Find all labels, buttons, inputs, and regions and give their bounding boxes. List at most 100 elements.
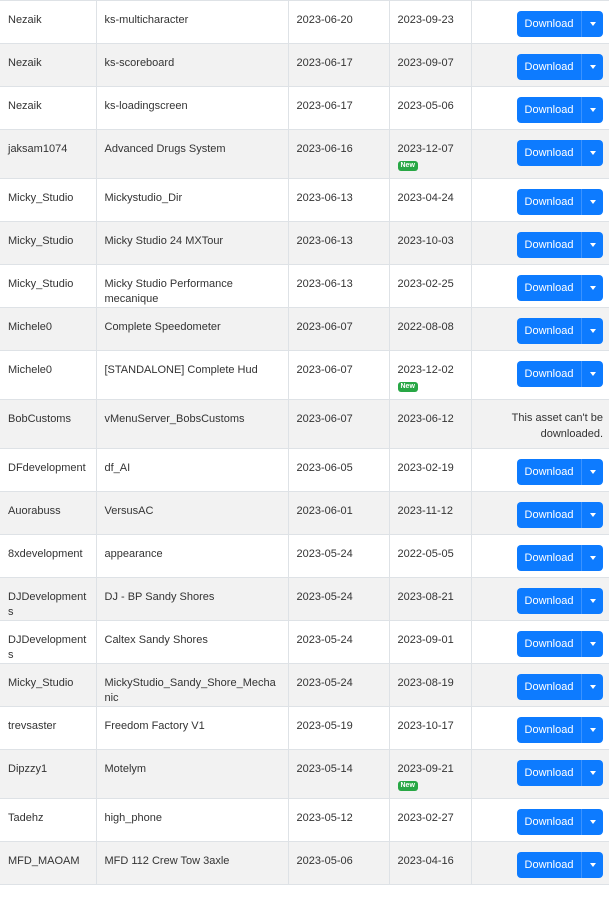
author-cell: Micky_Studio — [0, 264, 97, 308]
author-cell: 8xdevelopment — [0, 534, 97, 578]
author-cell: Nezaik — [0, 86, 97, 130]
download-button[interactable]: Download — [517, 11, 581, 37]
download-dropdown-toggle[interactable] — [581, 588, 603, 614]
assets-table: Nezaik ks-multicharacter 2023-06-20 2023-09… — [0, 0, 609, 885]
new-badge: New — [397, 781, 418, 791]
caret-down-icon — [589, 243, 596, 247]
download-dropdown-toggle[interactable] — [581, 760, 603, 786]
download-dropdown-toggle[interactable] — [581, 459, 603, 485]
caret-down-icon — [589, 329, 596, 333]
download-dropdown-toggle[interactable] — [581, 631, 603, 657]
download-dropdown-toggle[interactable] — [581, 502, 603, 528]
download-button-group: Download — [517, 717, 603, 743]
asset-name-cell: Complete Speedometer — [96, 307, 289, 351]
download-dropdown-toggle[interactable] — [581, 361, 603, 387]
caret-down-icon — [589, 151, 596, 155]
table-row: Dipzzy1 Motelym 2023-05-14 2023-09-21 New Dow… — [0, 749, 609, 799]
author-cell: DJDevelopments — [0, 620, 97, 664]
download-dropdown-toggle[interactable] — [581, 140, 603, 166]
caret-down-icon — [589, 108, 596, 112]
new-badge: New — [397, 161, 418, 171]
table-row: DFdevelopment df_AI 2023-06-05 2023-02-19 Do… — [0, 448, 609, 492]
date-created-cell: 2023-06-16 — [288, 129, 390, 179]
not-downloadable-text: This asset can't be downloaded. — [511, 412, 603, 440]
date-updated-cell: 2023-09-07 — [389, 43, 472, 87]
download-dropdown-toggle[interactable] — [581, 545, 603, 571]
download-dropdown-toggle[interactable] — [581, 97, 603, 123]
download-dropdown-toggle[interactable] — [581, 717, 603, 743]
date-created-cell: 2023-05-12 — [288, 798, 390, 842]
date-created-cell: 2023-06-07 — [288, 350, 390, 400]
date-updated-text: 2023-09-23 — [397, 14, 454, 26]
date-updated-cell: 2023-08-19 — [389, 663, 472, 707]
date-updated-text: 2023-10-03 — [397, 235, 454, 247]
table-row: jaksam1074 Advanced Drugs System 2023-06-1… — [0, 129, 609, 179]
new-badge: New — [397, 382, 418, 392]
caret-down-icon — [589, 200, 596, 204]
date-updated-text: 2023-08-21 — [397, 591, 454, 603]
download-button[interactable]: Download — [517, 631, 581, 657]
download-button[interactable]: Download — [517, 852, 581, 878]
download-button[interactable]: Download — [517, 275, 581, 301]
table-row: trevsaster Freedom Factory V1 2023-05-19 20… — [0, 706, 609, 750]
download-button[interactable]: Download — [517, 809, 581, 835]
download-dropdown-toggle[interactable] — [581, 318, 603, 344]
action-cell: Download — [471, 0, 609, 44]
date-created-cell: 2023-05-14 — [288, 749, 390, 799]
asset-name-cell: Motelym — [96, 749, 289, 799]
download-dropdown-toggle[interactable] — [581, 11, 603, 37]
caret-down-icon — [589, 22, 596, 26]
download-button[interactable]: Download — [517, 232, 581, 258]
action-cell: Download — [471, 350, 609, 400]
download-button[interactable]: Download — [517, 545, 581, 571]
author-cell: DFdevelopment — [0, 448, 97, 492]
date-updated-text: 2023-08-19 — [397, 677, 454, 689]
download-dropdown-toggle[interactable] — [581, 232, 603, 258]
caret-down-icon — [589, 470, 596, 474]
caret-down-icon — [589, 863, 596, 867]
download-button-group: Download — [517, 318, 603, 344]
action-cell: Download — [471, 798, 609, 842]
asset-name-cell: Mickystudio_Dir — [96, 178, 289, 222]
date-created-cell: 2023-06-13 — [288, 178, 390, 222]
download-dropdown-toggle[interactable] — [581, 275, 603, 301]
action-cell: Download — [471, 491, 609, 535]
download-dropdown-toggle[interactable] — [581, 189, 603, 215]
download-button[interactable]: Download — [517, 140, 581, 166]
date-updated-cell: 2023-11-12 — [389, 491, 472, 535]
download-button-group: Download — [517, 852, 603, 878]
date-created-cell: 2023-06-01 — [288, 491, 390, 535]
asset-name-cell: MickyStudio_Sandy_Shore_Mechanic — [96, 663, 289, 707]
caret-down-icon — [589, 642, 596, 646]
download-button[interactable]: Download — [517, 588, 581, 614]
download-button[interactable]: Download — [517, 717, 581, 743]
asset-name-cell: VersusAC — [96, 491, 289, 535]
table-row: Micky_Studio Micky Studio 24 MXTour 2023-0… — [0, 221, 609, 265]
download-button[interactable]: Download — [517, 54, 581, 80]
caret-down-icon — [589, 820, 596, 824]
action-cell: Download — [471, 841, 609, 885]
action-cell: Download — [471, 264, 609, 308]
download-button[interactable]: Download — [517, 502, 581, 528]
asset-name-cell: ks-loadingscreen — [96, 86, 289, 130]
download-dropdown-toggle[interactable] — [581, 54, 603, 80]
download-dropdown-toggle[interactable] — [581, 852, 603, 878]
download-button[interactable]: Download — [517, 97, 581, 123]
action-cell: Download — [471, 221, 609, 265]
date-updated-cell: 2023-02-25 — [389, 264, 472, 308]
download-button[interactable]: Download — [517, 189, 581, 215]
download-button[interactable]: Download — [517, 459, 581, 485]
date-updated-text: 2023-09-21 — [397, 763, 454, 775]
download-button[interactable]: Download — [517, 318, 581, 344]
action-cell: Download — [471, 749, 609, 799]
download-button[interactable]: Download — [517, 674, 581, 700]
download-button-group: Download — [517, 674, 603, 700]
download-button[interactable]: Download — [517, 361, 581, 387]
action-cell: Download — [471, 706, 609, 750]
date-updated-cell: 2023-04-24 — [389, 178, 472, 222]
download-dropdown-toggle[interactable] — [581, 674, 603, 700]
action-cell: This asset can't be downloaded. — [471, 399, 609, 449]
download-dropdown-toggle[interactable] — [581, 809, 603, 835]
date-updated-cell: 2023-09-23 — [389, 0, 472, 44]
download-button[interactable]: Download — [517, 760, 581, 786]
